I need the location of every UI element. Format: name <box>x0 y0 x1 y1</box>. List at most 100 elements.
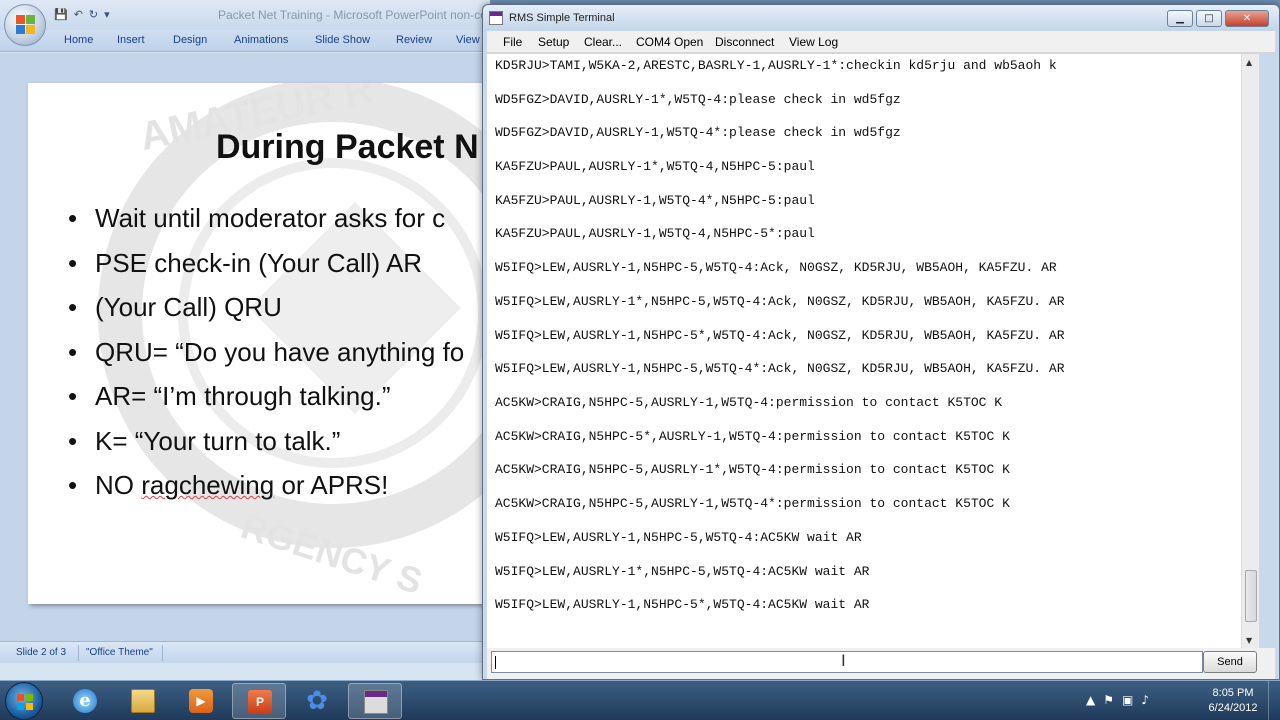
terminal-line: WD5FGZ>DAVID,AUSRLY-1,W5TQ-4*:please che… <box>495 125 901 140</box>
terminal-line: KD5RJU>TAMI,W5KA-2,ARESTC,BASRLY-1,AUSRL… <box>495 58 1057 73</box>
powerpoint-titlebar: 💾 ↶ ↻ ▾ Packet Net Training - Microsoft … <box>0 0 491 30</box>
menu-disconnect[interactable]: Disconnect <box>715 35 774 49</box>
windows-taskbar: e ▶ P ✿ ▲ ⚑ ▣ ♪ 8:05 PM 6/24/2012 <box>0 680 1280 720</box>
show-hidden-icons-icon[interactable]: ▲ <box>1086 693 1095 707</box>
status-divider <box>78 645 79 661</box>
start-button[interactable] <box>5 682 43 720</box>
terminal-window-title: RMS Simple Terminal <box>509 12 615 24</box>
flower-icon: ✿ <box>306 686 328 716</box>
taskbar-media-player[interactable]: ▶ <box>174 683 228 719</box>
action-center-flag-icon[interactable]: ⚑ <box>1103 693 1114 707</box>
theme-indicator[interactable]: "Office Theme" <box>86 647 153 658</box>
tab-review[interactable]: Review <box>396 34 432 46</box>
close-button[interactable]: ✕ <box>1225 10 1269 27</box>
office-logo-icon <box>16 15 36 35</box>
slide-editing-area: AMATEUR R RGENCY S During Packet N Wait … <box>0 53 498 641</box>
terminal-line: WD5FGZ>DAVID,AUSRLY-1*,W5TQ-4:please che… <box>495 92 901 107</box>
terminal-line: W5IFQ>LEW,AUSRLY-1,N5HPC-5,W5TQ-4*:Ack, … <box>495 361 1065 376</box>
terminal-input-bar: I Send <box>487 648 1275 679</box>
maximize-button[interactable]: □ <box>1196 10 1222 27</box>
bullet-item: NO ragchewing or APRS! <box>68 472 464 517</box>
terminal-line: W5IFQ>LEW,AUSRLY-1,N5HPC-5*,W5TQ-4:Ack, … <box>495 328 1065 343</box>
system-tray: ▲ ⚑ ▣ ♪ <box>1086 693 1149 707</box>
folder-icon <box>131 689 155 713</box>
terminal-output[interactable]: KD5RJU>TAMI,W5KA-2,ARESTC,BASRLY-1,AUSRL… <box>487 54 1259 648</box>
customize-toolbar-icon[interactable]: ▾ <box>104 8 110 21</box>
save-icon[interactable]: 💾 <box>54 8 68 21</box>
spelling-error-word[interactable]: ragchewing <box>141 470 274 500</box>
terminal-app-icon <box>364 690 388 714</box>
terminal-line: W5IFQ>LEW,AUSRLY-1*,N5HPC-5,W5TQ-4:Ack, … <box>495 294 1065 309</box>
terminal-line: KA5FZU>PAUL,AUSRLY-1*,W5TQ-4,N5HPC-5:pau… <box>495 159 815 174</box>
slide-title: During Packet N <box>216 128 479 166</box>
clock-date: 6/24/2012 <box>1208 702 1258 714</box>
tab-insert[interactable]: Insert <box>117 34 145 46</box>
clock-time: 8:05 PM <box>1212 687 1254 699</box>
taskbar-rms-terminal[interactable] <box>348 683 402 719</box>
send-button[interactable]: Send <box>1203 651 1257 673</box>
ribbon-tab-bar: Home Insert Design Animations Slide Show… <box>0 30 490 52</box>
taskbar-clock[interactable]: 8:05 PM 6/24/2012 <box>1200 686 1266 716</box>
terminal-titlebar[interactable]: RMS Simple Terminal ▁ □ ✕ <box>483 5 1279 31</box>
terminal-vertical-scrollbar[interactable]: ▲ ▼ <box>1241 54 1259 648</box>
terminal-line: AC5KW>CRAIG,N5HPC-5*,AUSRLY-1,W5TQ-4:per… <box>495 429 1010 444</box>
tab-design[interactable]: Design <box>173 34 207 46</box>
terminal-line: W5IFQ>LEW,AUSRLY-1,N5HPC-5,W5TQ-4:Ack, N… <box>495 260 1057 275</box>
bullet-item: (Your Call) QRU <box>68 294 464 339</box>
taskbar-file-explorer[interactable] <box>116 683 170 719</box>
powerpoint-window: 💾 ↶ ↻ ▾ Packet Net Training - Microsoft … <box>0 0 498 680</box>
menu-view-log[interactable]: View Log <box>789 35 838 49</box>
show-desktop-button[interactable] <box>1268 681 1280 720</box>
terminal-line: KA5FZU>PAUL,AUSRLY-1,W5TQ-4,N5HPC-5*:pau… <box>495 226 815 241</box>
redo-icon[interactable]: ↻ <box>89 8 98 21</box>
taskbar-powerpoint[interactable]: P <box>232 683 286 719</box>
rms-terminal-window: RMS Simple Terminal ▁ □ ✕ File Setup Cle… <box>482 4 1280 680</box>
quick-access-toolbar: 💾 ↶ ↻ ▾ <box>54 8 110 21</box>
slide-bullet-list: Wait until moderator asks for c PSE chec… <box>68 205 464 517</box>
slide-indicator: Slide 2 of 3 <box>16 647 67 658</box>
menu-clear[interactable]: Clear... <box>584 35 622 49</box>
network-icon[interactable]: ▣ <box>1122 693 1133 707</box>
terminal-line: W5IFQ>LEW,AUSRLY-1*,N5HPC-5,W5TQ-4:AC5KW… <box>495 564 870 579</box>
powerpoint-icon: P <box>248 690 272 714</box>
tab-animations[interactable]: Animations <box>234 34 288 46</box>
terminal-line: W5IFQ>LEW,AUSRLY-1,N5HPC-5*,W5TQ-4:AC5KW… <box>495 597 870 612</box>
powerpoint-window-title: Packet Net Training - Microsoft PowerPoi… <box>218 8 491 22</box>
terminal-menu-bar: File Setup Clear... COM4 Open Disconnect… <box>487 31 1275 53</box>
scroll-up-icon[interactable]: ▲ <box>1246 58 1252 67</box>
terminal-app-icon <box>489 11 503 25</box>
terminal-line: AC5KW>CRAIG,N5HPC-5,AUSRLY-1,W5TQ-4*:per… <box>495 496 1010 511</box>
taskbar-flower-app[interactable]: ✿ <box>290 683 344 719</box>
bullet-item: PSE check-in (Your Call) AR <box>68 250 464 295</box>
taskbar-internet-explorer[interactable]: e <box>58 683 112 719</box>
bullet-item: QRU= “Do you have anything fo <box>68 339 464 384</box>
terminal-line: AC5KW>CRAIG,N5HPC-5,AUSRLY-1,W5TQ-4:perm… <box>495 395 1003 410</box>
tab-view[interactable]: View <box>456 34 480 46</box>
minimize-button[interactable]: ▁ <box>1167 10 1193 27</box>
scroll-down-icon[interactable]: ▼ <box>1246 636 1252 645</box>
menu-file[interactable]: File <box>503 35 522 49</box>
slide-canvas[interactable]: AMATEUR R RGENCY S During Packet N Wait … <box>28 83 498 604</box>
menu-setup[interactable]: Setup <box>538 35 569 49</box>
undo-icon[interactable]: ↶ <box>74 8 83 21</box>
windows-logo-icon <box>17 694 33 710</box>
media-player-icon: ▶ <box>189 689 213 713</box>
terminal-line: AC5KW>CRAIG,N5HPC-5,AUSRLY-1*,W5TQ-4:per… <box>495 462 1010 477</box>
office-button[interactable] <box>4 4 46 46</box>
bullet-item: AR= “I’m through talking.” <box>68 383 464 428</box>
volume-icon[interactable]: ♪ <box>1141 693 1149 707</box>
terminal-line: KA5FZU>PAUL,AUSRLY-1,W5TQ-4*,N5HPC-5:pau… <box>495 193 815 208</box>
status-divider <box>162 645 163 661</box>
internet-explorer-icon: e <box>73 689 97 713</box>
text-caret <box>495 656 496 669</box>
ibeam-cursor-icon: I <box>841 651 846 670</box>
tab-slide-show[interactable]: Slide Show <box>315 34 370 46</box>
bullet-item: Wait until moderator asks for c <box>68 205 464 250</box>
command-input[interactable] <box>491 651 1203 673</box>
tab-home[interactable]: Home <box>64 34 93 46</box>
bullet-item: K= “Your turn to talk.” <box>68 428 464 473</box>
powerpoint-status-bar: Slide 2 of 3 "Office Theme" <box>0 641 490 663</box>
terminal-line: W5IFQ>LEW,AUSRLY-1,N5HPC-5,W5TQ-4:AC5KW … <box>495 530 862 545</box>
menu-com4-open[interactable]: COM4 Open <box>636 35 703 49</box>
scrollbar-thumb[interactable] <box>1245 570 1257 622</box>
